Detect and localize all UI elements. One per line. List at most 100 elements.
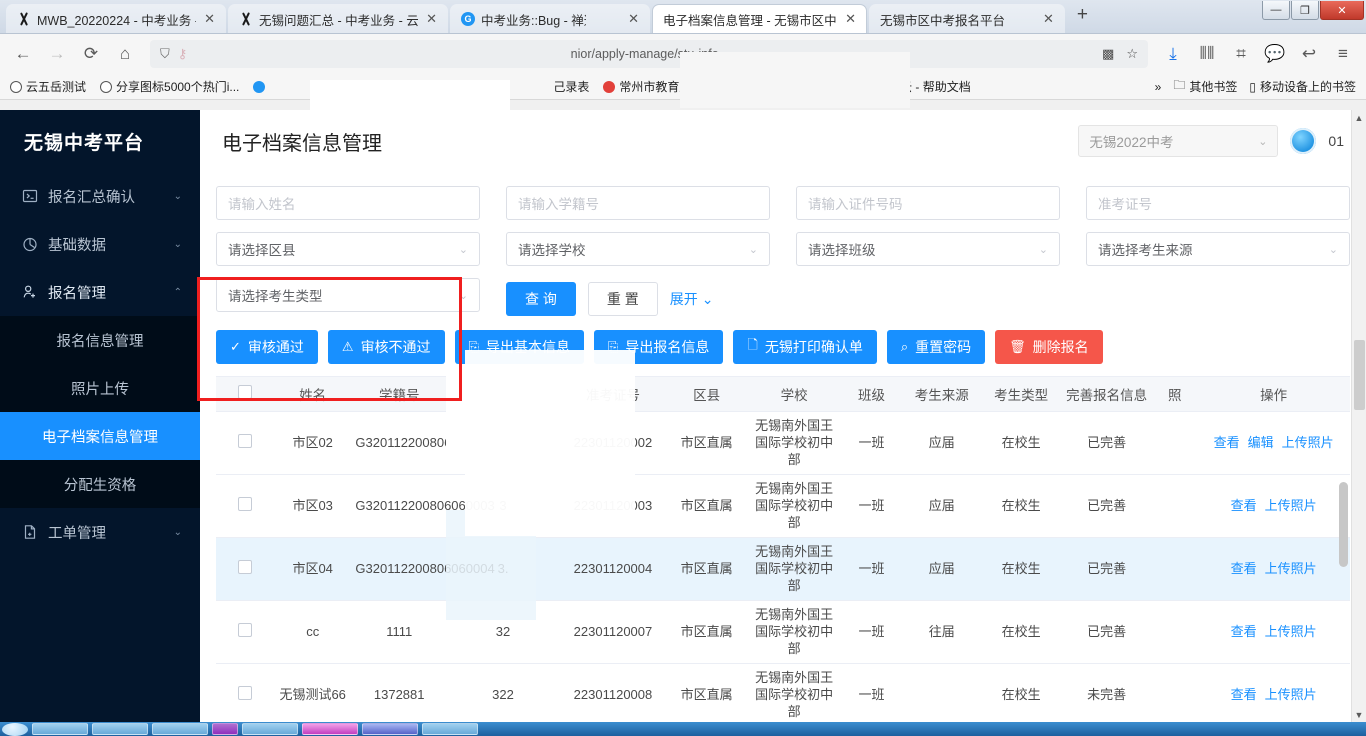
bookmark-item[interactable]: 云五岳测试	[10, 78, 86, 95]
upload-photo-link[interactable]: 上传照片	[1265, 498, 1317, 513]
avatar[interactable]	[1290, 128, 1317, 154]
scroll-up-icon[interactable]: ▲	[1352, 110, 1366, 125]
sidebar-item-baomingguanli[interactable]: 报名管理 ⌃	[0, 268, 200, 316]
taskbar-item[interactable]	[422, 723, 478, 735]
view-link[interactable]: 查看	[1231, 687, 1257, 702]
reset-password-button[interactable]: ⌕ 重置密码	[886, 330, 986, 364]
select-all-checkbox[interactable]	[237, 385, 252, 400]
browser-tab-5[interactable]: 无锡市区中考报名平台 ✕	[869, 4, 1065, 33]
expand-toggle[interactable]: 展开 ⌄	[670, 289, 714, 309]
upload-photo-link[interactable]: 上传照片	[1282, 435, 1334, 450]
sidebar-item-baomingh[interactable]: 报名汇总确认 ⌄	[0, 172, 200, 220]
view-link[interactable]: 查看	[1214, 435, 1240, 450]
table-row[interactable]: 市区04 G320112200806060004 3. 22301120004 …	[216, 537, 1350, 601]
taskbar-item[interactable]	[152, 723, 208, 735]
tab-close-icon[interactable]: ✕	[202, 11, 217, 27]
view-link[interactable]: 查看	[1231, 561, 1257, 576]
table-row[interactable]: cc 1111 32 22301120007 市区直属 无锡南外国王国际学校初中…	[216, 600, 1350, 664]
upload-photo-link[interactable]: 上传照片	[1265, 687, 1317, 702]
forward-icon[interactable]: →	[42, 39, 72, 69]
bookmark-item[interactable]	[253, 80, 269, 93]
term-select[interactable]: 无锡2022中考 ⌄	[1078, 125, 1279, 157]
download-icon[interactable]: ⤓	[1158, 39, 1188, 69]
taskbar-item[interactable]	[242, 723, 298, 735]
tab-close-icon[interactable]: ✕	[843, 11, 858, 27]
row-checkbox[interactable]	[237, 559, 252, 574]
reset-button[interactable]: 重 置	[587, 282, 658, 316]
delete-registration-button[interactable]: 🗑 删除报名	[995, 330, 1103, 364]
qr-code-icon[interactable]: ▩	[1102, 46, 1114, 62]
mobile-bookmarks-folder[interactable]: ▯ 移动设备上的书签	[1249, 78, 1356, 95]
new-tab-button[interactable]: +	[1067, 4, 1098, 30]
search-input-name[interactable]: 请输入姓名	[216, 186, 480, 220]
browser-tab-4[interactable]: 电子档案信息管理 - 无锡市区中考报 ✕	[652, 4, 867, 33]
browser-tab-2[interactable]: 无锡问题汇总 - 中考业务 - 云王 ✕	[228, 4, 448, 33]
sidebar-item-zhaopianshangchuan[interactable]: 照片上传	[0, 364, 200, 412]
row-checkbox[interactable]	[237, 622, 252, 637]
sidebar-item-fenpeisheng[interactable]: 分配生资格	[0, 460, 200, 508]
undo-icon[interactable]: ↩	[1294, 39, 1324, 69]
bookmark-item[interactable]: 己录表	[553, 78, 589, 95]
sidebar-item-baomingxinxi[interactable]: 报名信息管理	[0, 316, 200, 364]
address-bar[interactable]: ⛉ ⚷ nior/apply-manage/stu-info ▩ ☆	[150, 40, 1148, 68]
page-scrollbar-thumb[interactable]	[1354, 340, 1365, 410]
bookmarks-overflow-icon[interactable]: »	[1155, 80, 1162, 94]
table-horizontal-scrollbar[interactable]	[1339, 377, 1348, 722]
row-checkbox[interactable]	[237, 496, 252, 511]
select-candidate-type[interactable]: 请选择考生类型 ⌄	[216, 278, 480, 312]
select-class[interactable]: 请选择班级 ⌄	[796, 232, 1060, 266]
select-candidate-source[interactable]: 请选择考生来源 ⌄	[1086, 232, 1350, 266]
back-icon[interactable]: ←	[8, 39, 38, 69]
scrollbar-thumb[interactable]	[1339, 482, 1348, 567]
crop-icon[interactable]: ⌗	[1226, 39, 1256, 69]
library-icon[interactable]: ⦀⦀	[1192, 39, 1222, 69]
start-button[interactable]	[2, 722, 28, 736]
search-input-id-number[interactable]: 请输入证件号码	[796, 186, 1060, 220]
taskbar-item[interactable]	[92, 723, 148, 735]
tab-close-icon[interactable]: ✕	[424, 11, 439, 27]
maximize-button[interactable]: ❐	[1291, 1, 1319, 20]
upload-photo-link[interactable]: 上传照片	[1265, 624, 1317, 639]
browser-menu-icon[interactable]: ≡	[1328, 39, 1358, 69]
table-row[interactable]: 无锡测试66 1372881 322 22301120008 市区直属 无锡南外…	[216, 663, 1350, 722]
chat-icon[interactable]: 💬	[1260, 39, 1290, 69]
home-icon[interactable]: ⌂	[110, 39, 140, 69]
print-confirmation-button[interactable]: 🗋 无锡打印确认单	[733, 330, 877, 364]
search-input-student-no[interactable]: 请输入学籍号	[506, 186, 770, 220]
scroll-down-icon[interactable]: ▼	[1352, 707, 1366, 722]
sidebar-item-jichushuju[interactable]: 基础数据 ⌄	[0, 220, 200, 268]
query-button[interactable]: 查 询	[506, 282, 576, 316]
close-button[interactable]: ✕	[1320, 1, 1364, 20]
bookmark-item[interactable]: 分享图标5000个热门i...	[100, 78, 239, 95]
bookmark-star-icon[interactable]: ☆	[1126, 46, 1138, 62]
page-scrollbar[interactable]: ▲ ▼	[1351, 110, 1366, 722]
taskbar-item[interactable]	[32, 723, 88, 735]
row-checkbox[interactable]	[237, 433, 252, 448]
upload-photo-link[interactable]: 上传照片	[1265, 561, 1317, 576]
minimize-button[interactable]: —	[1262, 1, 1290, 20]
view-link[interactable]: 查看	[1231, 498, 1257, 513]
reload-icon[interactable]: ⟳	[76, 39, 106, 69]
bookmark-item[interactable]: 常州市教育局	[603, 78, 691, 95]
browser-tab-3[interactable]: G 中考业务::Bug - 禅道 ✕	[450, 4, 650, 33]
taskbar-item[interactable]	[362, 723, 418, 735]
column-header-type: 考生类型	[981, 377, 1061, 412]
sidebar-item-dianzidangan[interactable]: 电子档案信息管理	[0, 412, 200, 460]
taskbar-item[interactable]	[302, 723, 358, 735]
select-district[interactable]: 请选择区县 ⌄	[216, 232, 480, 266]
sidebar-item-gongdanguanli[interactable]: 工单管理 ⌄	[0, 508, 200, 556]
view-link[interactable]: 查看	[1231, 624, 1257, 639]
tab-close-icon[interactable]: ✕	[1041, 11, 1056, 27]
select-school[interactable]: 请选择学校 ⌄	[506, 232, 770, 266]
edit-link[interactable]: 编辑	[1248, 435, 1274, 450]
taskbar-item[interactable]	[212, 723, 238, 735]
row-checkbox[interactable]	[237, 685, 252, 700]
table-row[interactable]: 市区02 G320112200806060002 3201122 2230112…	[216, 411, 1350, 475]
browser-tab-1[interactable]: MWB_20220224 - 中考业务 - ✕	[6, 4, 226, 33]
other-bookmarks-folder[interactable]: 🗀 其他书签	[1173, 76, 1237, 97]
search-input-admission-ticket[interactable]: 准考证号	[1086, 186, 1350, 220]
tab-close-icon[interactable]: ✕	[626, 11, 641, 27]
reject-button[interactable]: ⚠ 审核不通过	[327, 330, 445, 364]
approve-button[interactable]: ✓ 审核通过	[216, 330, 318, 364]
table-row[interactable]: 市区03 G320112200806060003 3 22301120003 市…	[216, 474, 1350, 538]
